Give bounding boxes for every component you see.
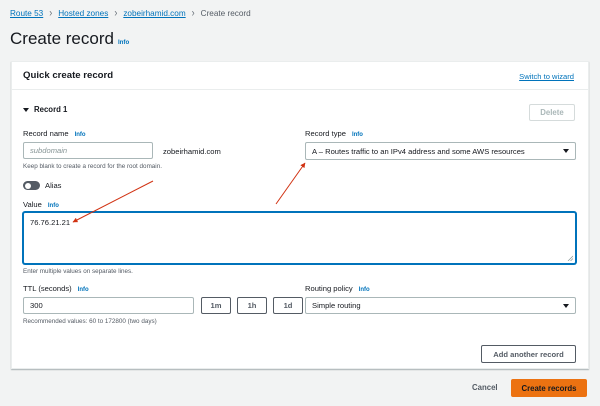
ttl-input[interactable]: 300 <box>23 297 194 314</box>
value-info-link[interactable]: Info <box>48 203 59 209</box>
record-name-info-link[interactable]: Info <box>75 132 86 138</box>
ttl-hint: Recommended values: 60 to 172800 (two da… <box>23 318 157 325</box>
alias-toggle[interactable]: Alias <box>23 181 61 190</box>
page-info-link[interactable]: Info <box>118 39 129 46</box>
create-records-button[interactable]: Create records <box>511 379 587 397</box>
record-type-label: Record type <box>305 129 346 138</box>
page-title: Create record <box>10 29 114 48</box>
caret-down-icon <box>563 303 569 308</box>
page-header: Create record Info <box>10 29 129 49</box>
chevron-right-icon: › <box>49 7 53 19</box>
record-type-label-group: Record type Info <box>305 129 363 138</box>
resize-grip-icon[interactable] <box>567 255 573 261</box>
record-type-select[interactable]: A – Routes traffic to an IPv4 address an… <box>305 142 576 160</box>
delete-record-button[interactable]: Delete <box>529 104 575 121</box>
record-1-label: Record 1 <box>34 105 68 114</box>
toggle-switch-icon <box>23 181 40 190</box>
value-text: 76.76.21.21 <box>30 218 71 227</box>
record-type-selected: A – Routes traffic to an IPv4 address an… <box>312 146 525 156</box>
routing-policy-label-group: Routing policy Info <box>305 284 370 293</box>
ttl-value: 300 <box>30 301 43 310</box>
chevron-right-icon: › <box>191 7 195 19</box>
ttl-label-group: TTL (seconds) Info <box>23 284 89 293</box>
record-name-label: Record name <box>23 129 69 138</box>
caret-down-icon <box>23 107 29 112</box>
value-hint: Enter multiple values on separate lines. <box>23 268 133 275</box>
ttl-1m-button[interactable]: 1m <box>201 297 231 314</box>
value-label: Value <box>23 200 42 209</box>
routing-policy-label: Routing policy <box>305 284 353 293</box>
value-label-group: Value Info <box>23 200 59 209</box>
value-textarea[interactable]: 76.76.21.21 <box>23 212 576 264</box>
ttl-1h-button[interactable]: 1h <box>237 297 267 314</box>
switch-to-wizard-link[interactable]: Switch to wizard <box>519 72 574 81</box>
record-type-info-link[interactable]: Info <box>352 132 363 138</box>
add-another-record-button[interactable]: Add another record <box>481 345 576 363</box>
breadcrumb: Route 53 › Hosted zones › zobeirhamid.co… <box>10 7 251 19</box>
breadcrumb-current: Create record <box>200 8 251 18</box>
chevron-right-icon: › <box>114 7 118 19</box>
routing-policy-select[interactable]: Simple routing <box>305 297 576 314</box>
quick-create-panel: Quick create record Switch to wizard Rec… <box>11 61 589 369</box>
cancel-button[interactable]: Cancel <box>472 383 498 392</box>
panel-title: Quick create record <box>23 70 114 81</box>
ttl-info-link[interactable]: Info <box>78 287 89 293</box>
breadcrumb-hosted-zones[interactable]: Hosted zones <box>58 9 108 18</box>
ttl-label: TTL (seconds) <box>23 284 72 293</box>
ttl-1d-button[interactable]: 1d <box>273 297 303 314</box>
record-1-expander[interactable]: Record 1 <box>23 105 67 114</box>
routing-policy-selected: Simple routing <box>312 301 361 310</box>
record-name-hint: Keep blank to create a record for the ro… <box>23 163 162 170</box>
routing-policy-info-link[interactable]: Info <box>359 287 370 293</box>
record-name-input[interactable]: subdomain <box>23 142 153 159</box>
record-name-domain-suffix: zobeirhamid.com <box>163 147 221 156</box>
panel-header: Quick create record Switch to wizard <box>12 62 588 90</box>
record-name-label-group: Record name Info <box>23 129 86 138</box>
caret-down-icon <box>563 149 569 153</box>
record-name-placeholder: subdomain <box>30 146 68 155</box>
breadcrumb-route53[interactable]: Route 53 <box>10 9 43 18</box>
breadcrumb-domain[interactable]: zobeirhamid.com <box>123 9 185 18</box>
alias-label: Alias <box>45 181 62 190</box>
